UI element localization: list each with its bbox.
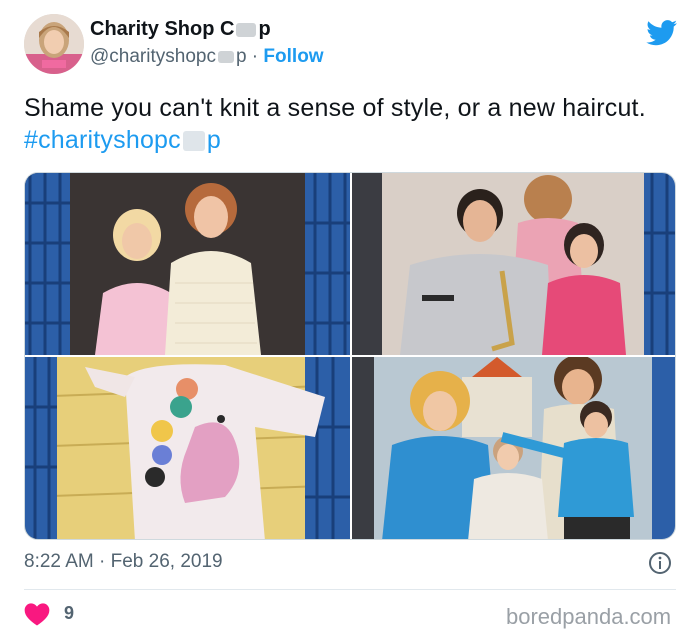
media-grid [24,172,676,540]
tweet-card: Charity Shop Cp @charityshopc p · Follow … [0,0,700,642]
follow-button[interactable]: Follow [263,46,323,67]
author-handle-end[interactable]: p [236,46,247,67]
author-name-end: p [258,18,271,40]
tweet-time: 8:22 AM [24,551,94,572]
timestamp[interactable]: 8:22 AM · Feb 26, 2019 [24,551,223,573]
photo-4[interactable] [352,357,675,539]
photo-2[interactable] [352,173,675,355]
avatar-image [24,14,84,74]
redaction-blur [217,50,234,63]
redaction-blur [236,22,257,37]
photo-3-image [25,357,350,539]
avatar[interactable] [24,14,84,74]
hashtag-end: p [206,126,221,154]
divider [24,589,676,590]
hashtag-start: #charityshopc [24,126,181,154]
photo-3[interactable] [25,357,350,539]
author-name[interactable]: Charity Shop C p [90,18,271,41]
hashtag-link[interactable]: #charityshopc p [24,126,221,154]
twitter-bird-icon[interactable] [646,20,678,46]
like-count: 9 [64,603,75,623]
photo-1-image [25,173,350,355]
timestamp-separator: · [93,551,111,572]
redaction-blur [182,131,205,152]
tweet-date: Feb 26, 2019 [110,551,223,572]
tweet-body: Shame you can't knit a sense of style, o… [24,94,646,122]
info-icon[interactable] [648,551,672,575]
photo-1[interactable] [25,173,350,355]
tweet-text: Shame you can't knit a sense of style, o… [24,92,674,156]
author-handle-start[interactable]: @charityshopc [90,46,216,67]
heart-icon [24,603,50,626]
handle-row: @charityshopc p · Follow [90,46,324,68]
handle-separator: · [246,46,264,67]
watermark: boredpanda.com [506,604,672,629]
photo-4-image [352,357,675,539]
photo-2-image [352,173,675,355]
author-name-start: Charity Shop C [90,18,235,40]
